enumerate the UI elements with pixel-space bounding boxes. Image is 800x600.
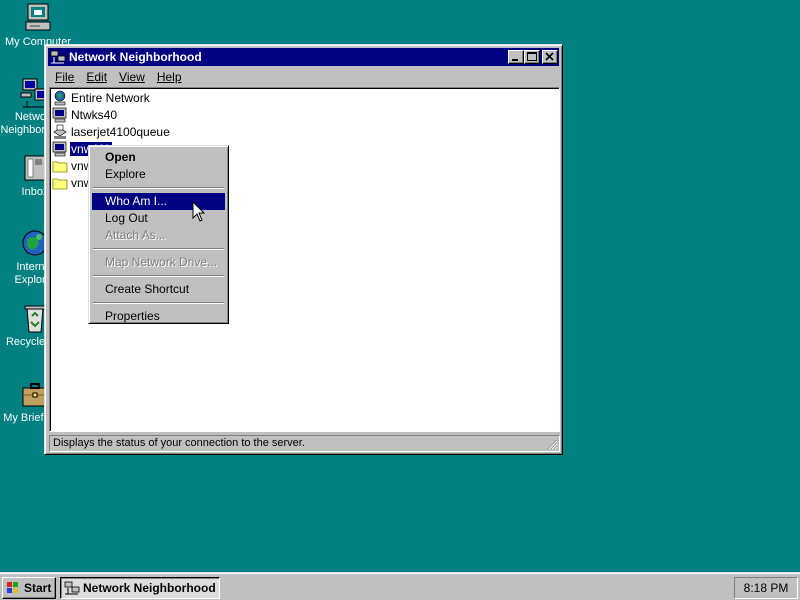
status-text: Displays the status of your connection t… [53, 437, 305, 449]
taskbar-button-network-neighborhood[interactable]: Network Neighborhood [60, 577, 220, 599]
title-bar[interactable]: Network Neighborhood [48, 48, 559, 66]
context-menu: Open Explore Who Am I... Log Out Attach … [88, 145, 229, 324]
computer-icon [52, 141, 68, 157]
menu-help[interactable]: Help [151, 70, 188, 84]
item-label: laserjet4100queue [71, 125, 170, 139]
menu-label: File [55, 70, 75, 84]
desktop-icon-my-computer[interactable]: My Computer [3, 2, 73, 49]
folder-icon [52, 158, 68, 174]
menu-separator [93, 187, 224, 189]
menu-label: Edit [86, 70, 108, 84]
start-label: Start [24, 581, 52, 595]
menu-item-explore[interactable]: Explore [92, 166, 225, 183]
maximize-button[interactable] [524, 50, 540, 64]
close-icon [545, 52, 554, 61]
network-neighborhood-icon [64, 581, 80, 595]
task-label: Network Neighborhood [83, 581, 216, 595]
menu-item-properties[interactable]: Properties [92, 308, 225, 325]
menu-separator [93, 302, 224, 304]
status-bar: Displays the status of your connection t… [49, 435, 560, 452]
system-tray-clock[interactable]: 8:18 PM [734, 577, 798, 599]
my-computer-icon [22, 2, 54, 34]
list-item-entire-network[interactable]: Entire Network [52, 90, 151, 106]
minimize-button[interactable] [508, 50, 524, 64]
start-button[interactable]: Start [2, 577, 56, 599]
menu-separator [93, 275, 224, 277]
menu-label: View [119, 70, 145, 84]
menu-item-open[interactable]: Open [92, 149, 225, 166]
folder-icon [52, 175, 68, 191]
windows-logo-icon [5, 581, 21, 595]
menu-bar: File Edit View Help [49, 68, 188, 86]
printer-icon [52, 124, 68, 140]
clock-text: 8:18 PM [743, 581, 789, 595]
resize-grip-icon[interactable] [546, 438, 558, 450]
menu-separator [93, 248, 224, 250]
item-label: Ntwks40 [71, 108, 118, 122]
menu-file[interactable]: File [49, 70, 80, 84]
computer-icon [52, 107, 68, 123]
menu-item-map-network-drive[interactable]: Map Network Drive... [92, 254, 225, 271]
menu-view[interactable]: View [113, 70, 151, 84]
minimize-icon [512, 59, 518, 61]
close-button[interactable] [542, 50, 558, 64]
network-neighborhood-icon[interactable] [50, 50, 66, 64]
menu-edit[interactable]: Edit [80, 70, 113, 84]
list-item-ntwks40[interactable]: Ntwks40 [52, 107, 118, 123]
mouse-cursor-icon [192, 200, 206, 223]
maximize-icon [527, 52, 537, 61]
list-item-laserjet4100queue[interactable]: laserjet4100queue [52, 124, 171, 140]
globe-network-icon [52, 90, 68, 106]
menu-item-create-shortcut[interactable]: Create Shortcut [92, 281, 225, 298]
window-title: Network Neighborhood [69, 50, 202, 64]
menu-label: Help [156, 70, 182, 84]
item-label: Entire Network [71, 91, 150, 105]
menu-item-attach-as[interactable]: Attach As... [92, 227, 225, 244]
taskbar: Start Network Neighborhood 8:18 PM [0, 572, 800, 600]
